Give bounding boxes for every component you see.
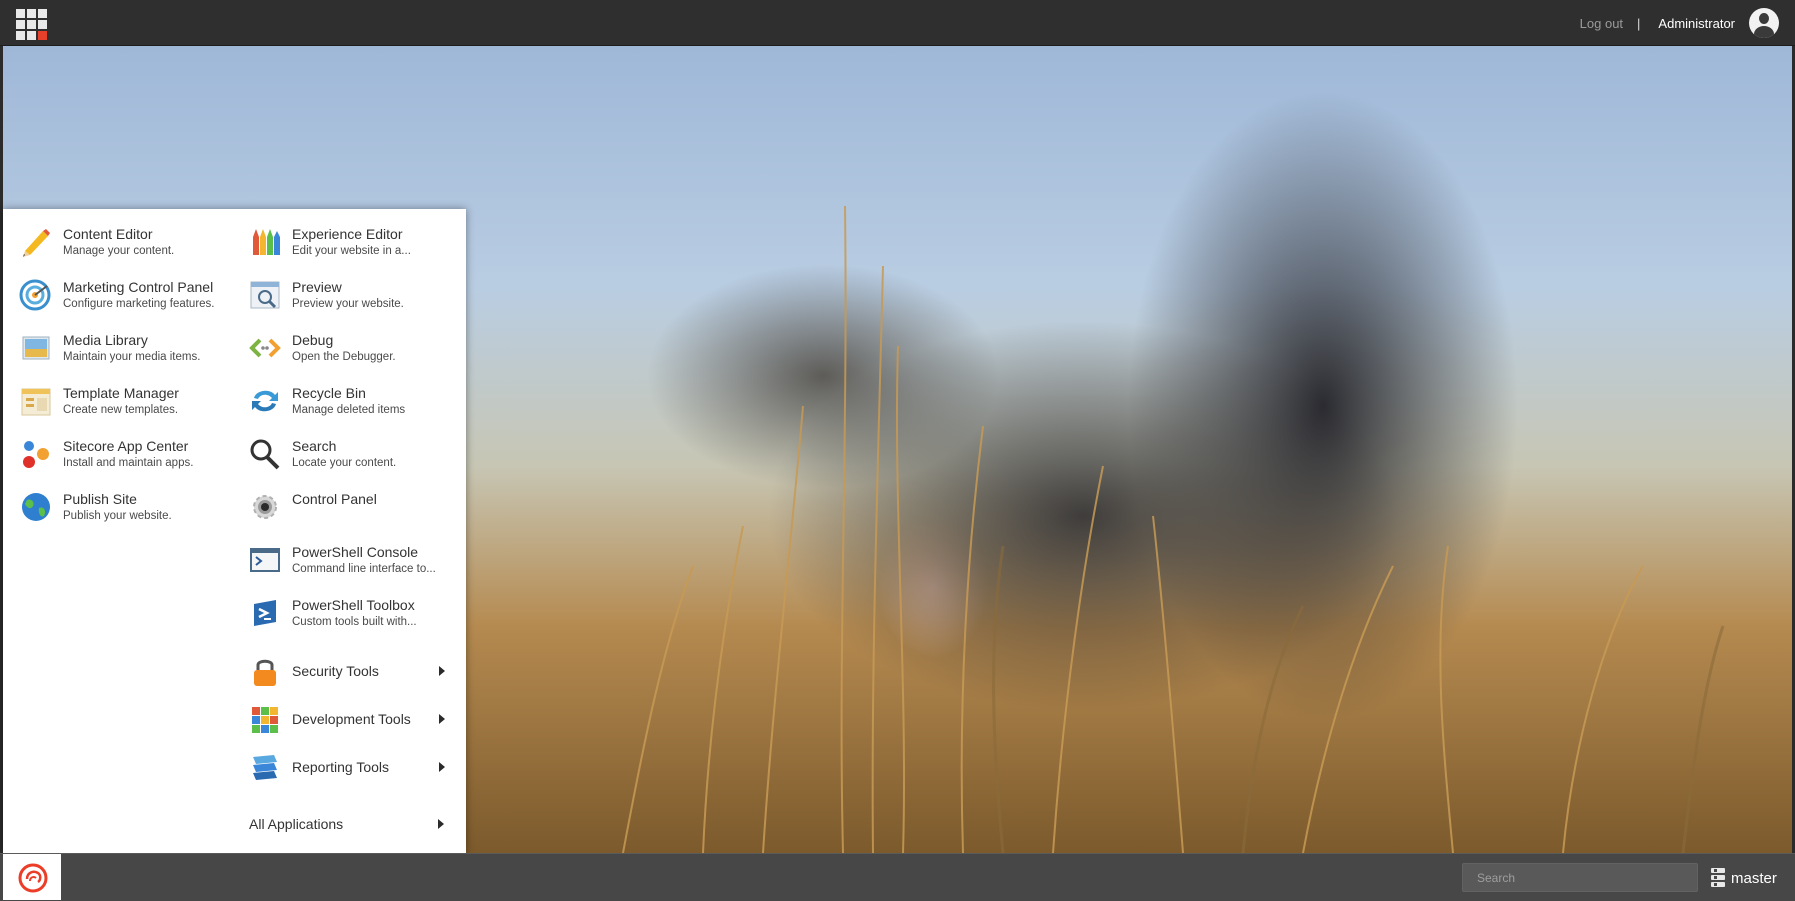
menu-item-title: Preview (292, 279, 342, 295)
database-label: master (1731, 869, 1777, 887)
menu-item-title: Recycle Bin (292, 385, 366, 401)
chevron-right-icon (439, 714, 445, 724)
start-menu-left-column: Content Editor Manage your content. Mark… (19, 223, 239, 541)
menu-item-sitecore-app-center[interactable]: Sitecore App Center Install and maintain… (19, 435, 239, 488)
menu-item-title: Experience Editor (292, 226, 403, 242)
menu-item-debug[interactable]: Debug Open the Debugger. (248, 329, 448, 382)
chevron-right-icon (438, 819, 444, 829)
menu-item-description: Open the Debugger. (292, 351, 396, 363)
menu-item-title: PowerShell Console (292, 544, 419, 560)
all-applications-label: All Applications (249, 816, 344, 832)
console-icon (250, 548, 280, 572)
lock-icon (254, 659, 276, 686)
menu-item-powershell-toolbox[interactable]: PowerShell Toolbox Custom tools built wi… (248, 594, 448, 647)
menu-item-media-library[interactable]: Media Library Maintain your media items. (19, 329, 239, 382)
debug-icon (249, 338, 281, 358)
top-bar: Log out | Administrator (0, 0, 1795, 46)
preview-icon (250, 281, 280, 309)
menu-item-title: Publish Site (63, 491, 137, 507)
menu-item-title: Content Editor (63, 226, 153, 242)
username[interactable]: Administrator (1658, 16, 1735, 31)
start-button[interactable] (3, 854, 61, 900)
menu-item-marketing-control-panel[interactable]: Marketing Control Panel Configure market… (19, 276, 239, 329)
menu-item-title: Media Library (63, 332, 148, 348)
menu-item-title: PowerShell Toolbox (292, 597, 415, 613)
submenu-development-tools[interactable]: Development Tools (248, 695, 448, 743)
menu-item-description: Preview your website. (292, 298, 404, 310)
database-selector[interactable]: master (1711, 864, 1777, 892)
menu-item-description: Configure marketing features. (63, 298, 215, 310)
chevron-right-icon (439, 666, 445, 676)
menu-item-title: Template Manager (63, 385, 179, 401)
menu-item-title: Debug (292, 332, 334, 348)
menu-item-description: Manage deleted items (292, 404, 406, 416)
menu-item-recycle-bin[interactable]: Recycle Bin Manage deleted items (248, 382, 448, 435)
taskbar: master (0, 853, 1795, 901)
menu-item-control-panel[interactable]: Control Panel (248, 488, 448, 541)
start-menu-right-column: Experience Editor Edit your website in a… (248, 223, 448, 791)
menu-item-description: Locate your content. (292, 457, 397, 469)
sitecore-logo-icon (18, 863, 48, 893)
menu-item-description: Manage your content. (63, 245, 175, 257)
template-icon (21, 388, 51, 416)
chevron-right-icon (439, 762, 445, 772)
submenu-security-tools[interactable]: Security Tools (248, 647, 448, 695)
submenu-title: Security Tools (292, 662, 379, 679)
menu-item-description: Publish your website. (63, 510, 172, 522)
app-center-icon (23, 441, 49, 468)
menu-item-description: Install and maintain apps. (63, 457, 194, 469)
reports-icon (253, 755, 277, 780)
target-icon (19, 279, 51, 311)
search-icon (250, 439, 280, 470)
menu-item-preview[interactable]: Preview Preview your website. (248, 276, 448, 329)
menu-item-powershell-console[interactable]: PowerShell Console Command line interfac… (248, 541, 448, 594)
menu-item-publish-site[interactable]: Publish Site Publish your website. (19, 488, 239, 541)
image-icon (22, 336, 50, 360)
menu-item-search[interactable]: Search Locate your content. (248, 435, 448, 488)
recycle-icon (252, 390, 278, 412)
menu-item-title: Search (292, 438, 337, 454)
logout-link[interactable]: Log out (1580, 16, 1623, 31)
menu-item-template-manager[interactable]: Template Manager Create new templates. (19, 382, 239, 435)
menu-item-title: Sitecore App Center (63, 438, 189, 454)
menu-item-content-editor[interactable]: Content Editor Manage your content. (19, 223, 239, 276)
taskbar-search-input[interactable] (1462, 863, 1698, 892)
database-icon (1711, 868, 1725, 888)
gear-icon (253, 495, 277, 519)
menu-item-title: Control Panel (292, 491, 377, 507)
toolbox-icon (254, 600, 276, 626)
all-applications-link[interactable]: All Applications (249, 812, 447, 836)
menu-item-description: Command line interface to... (292, 563, 436, 575)
pencil-icon (23, 229, 50, 257)
separator: | (1637, 15, 1641, 31)
crayons-icon (253, 229, 280, 255)
submenu-title: Reporting Tools (292, 758, 390, 775)
menu-item-title: Marketing Control Panel (63, 279, 214, 295)
user-area: Log out | Administrator (1580, 0, 1779, 46)
start-menu: Content Editor Manage your content. Mark… (3, 209, 466, 853)
menu-item-description: Edit your website in a... (292, 245, 411, 257)
submenu-reporting-tools[interactable]: Reporting Tools (248, 743, 448, 791)
menu-item-description: Custom tools built with... (292, 616, 417, 628)
cubes-icon (252, 707, 278, 733)
submenu-title: Development Tools (292, 710, 411, 727)
avatar-icon[interactable] (1749, 8, 1779, 38)
menu-item-experience-editor[interactable]: Experience Editor Edit your website in a… (248, 223, 448, 276)
globe-icon (22, 493, 50, 521)
app-launcher-grid-icon[interactable] (16, 9, 47, 40)
menu-item-description: Create new templates. (63, 404, 179, 416)
menu-item-description: Maintain your media items. (63, 351, 201, 363)
